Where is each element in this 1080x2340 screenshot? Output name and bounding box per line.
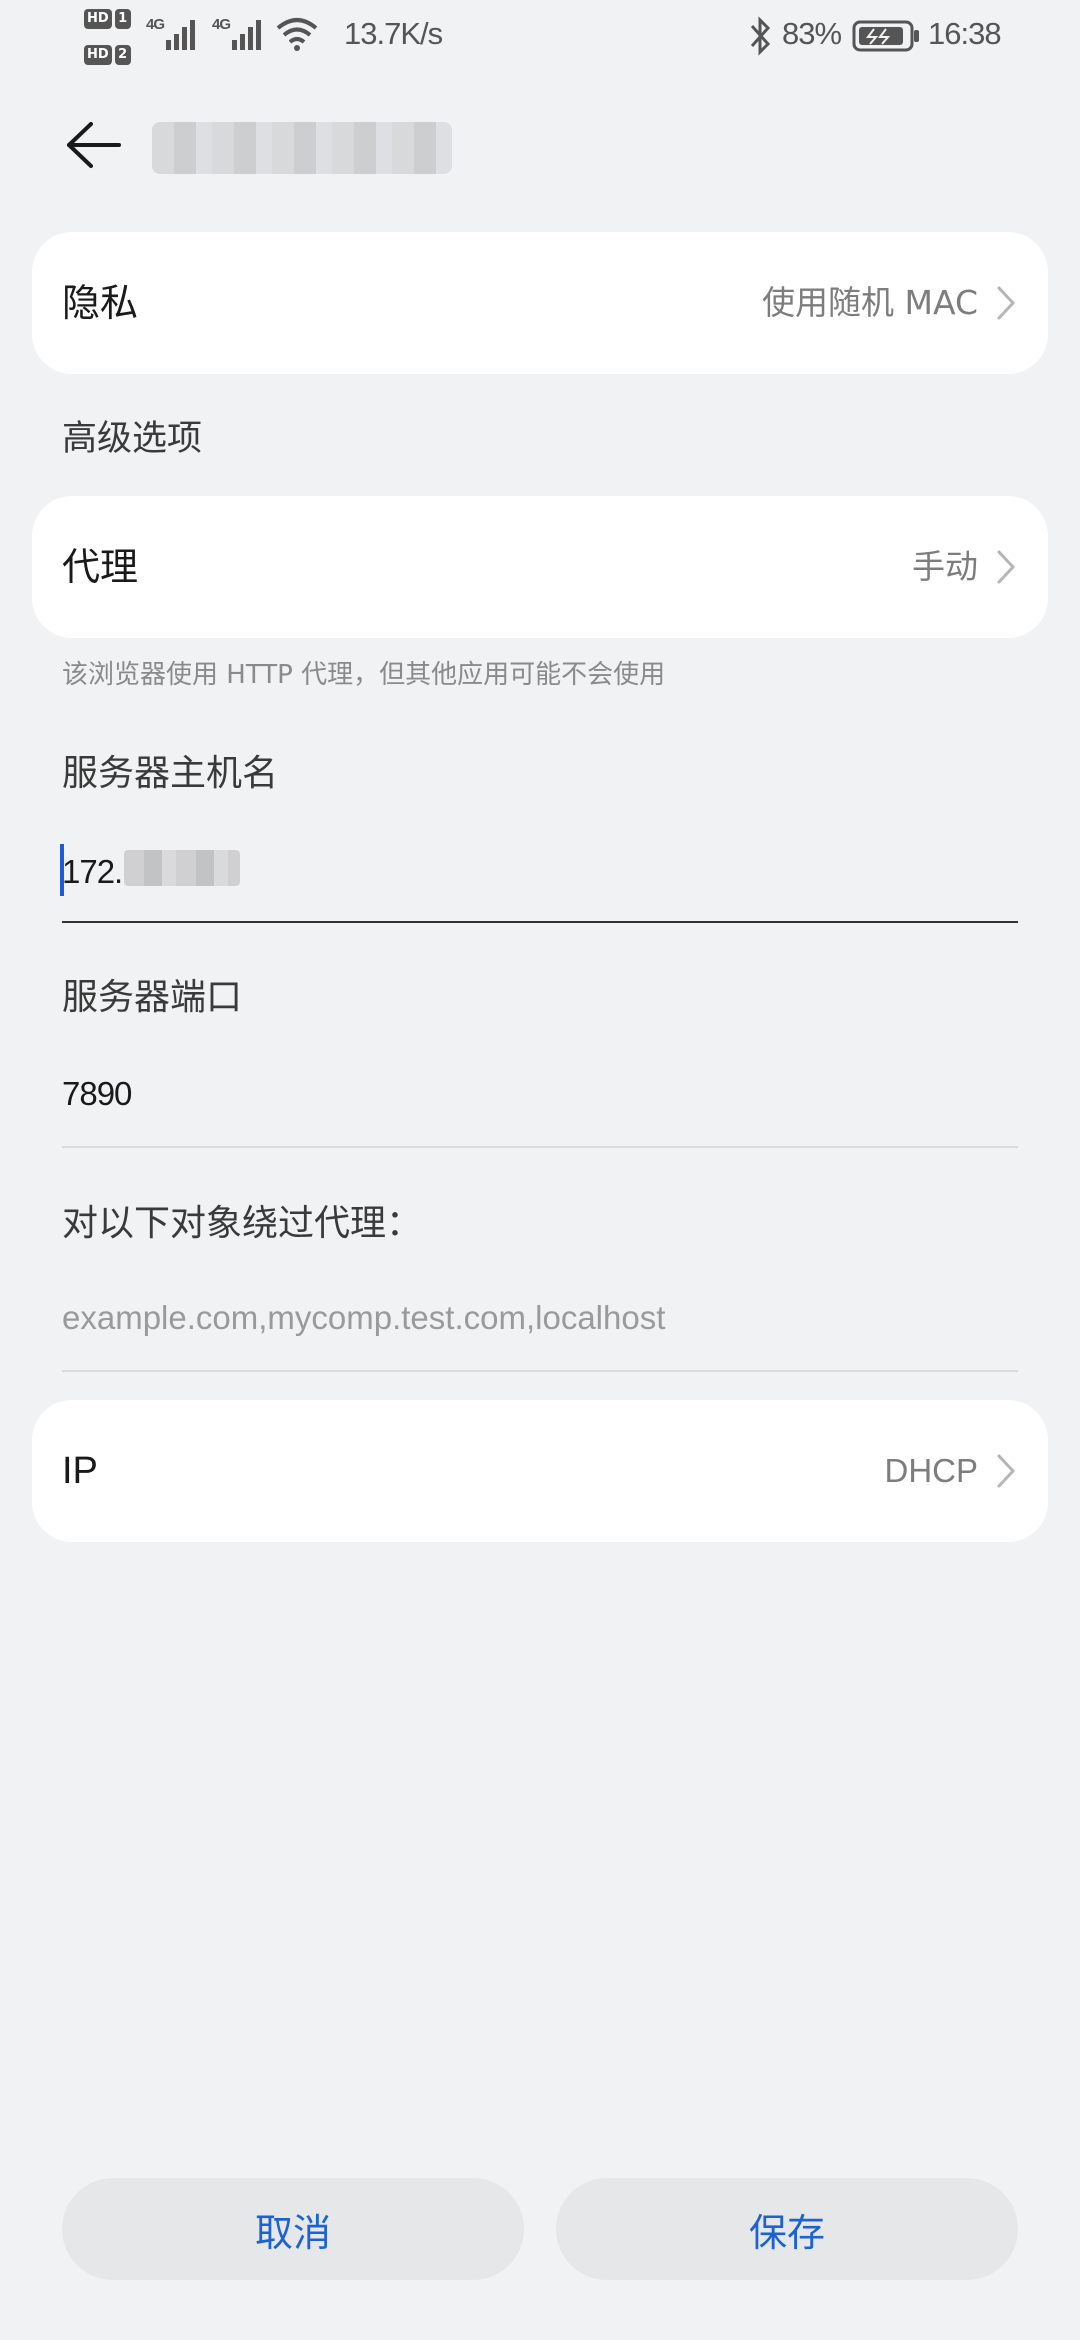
- proxy-label: 代理: [62, 545, 139, 589]
- status-bar: HD 1 HD 2 4G 4G 13.7K/s 83% 16:38: [0, 0, 1080, 75]
- privacy-label: 隐私: [62, 281, 139, 325]
- arrow-left-icon: [67, 122, 121, 168]
- network-type-1: 4G: [146, 16, 165, 33]
- text-cursor: [60, 844, 64, 896]
- chevron-right-icon: [997, 1454, 1016, 1488]
- proxy-row[interactable]: 代理 手动: [32, 496, 1048, 638]
- back-button[interactable]: [58, 112, 128, 178]
- network-type-2: 4G: [212, 16, 231, 33]
- sim1-indicator: HD 1: [84, 8, 134, 30]
- ip-value: DHCP: [884, 1452, 978, 1489]
- bypass-label: 对以下对象绕过代理：: [62, 1203, 423, 1244]
- proxy-value: 手动: [912, 547, 978, 586]
- wifi-icon: [276, 18, 318, 51]
- hd-badge: HD: [84, 45, 112, 65]
- sim-number: 1: [114, 9, 131, 29]
- battery-icon: [852, 20, 919, 52]
- server-port-input[interactable]: [62, 1064, 1018, 1124]
- bluetooth-icon: [750, 16, 771, 56]
- ip-label: IP: [62, 1450, 98, 1492]
- hd-badge: HD: [84, 9, 112, 29]
- signal-icon: [232, 20, 261, 50]
- cancel-button[interactable]: 取消: [62, 2178, 524, 2280]
- network-speed: 13.7K/s: [344, 16, 443, 51]
- signal-icon: [166, 20, 195, 50]
- server-port-underline: [62, 1146, 1018, 1148]
- sim2-indicator: HD 2: [84, 44, 134, 66]
- server-host-label: 服务器主机名: [62, 753, 279, 794]
- privacy-row[interactable]: 隐私 使用随机 MAC: [32, 232, 1048, 374]
- sim-number: 2: [114, 45, 131, 65]
- network-name-redacted: [152, 122, 452, 174]
- bypass-input[interactable]: [62, 1288, 1018, 1348]
- bypass-underline: [62, 1370, 1018, 1372]
- server-port-label: 服务器端口: [62, 977, 243, 1018]
- server-host-underline: [62, 921, 1018, 923]
- ip-row[interactable]: IP DHCP: [32, 1400, 1048, 1542]
- proxy-hint: 该浏览器使用 HTTP 代理，但其他应用可能不会使用: [62, 660, 666, 690]
- privacy-value: 使用随机 MAC: [762, 283, 978, 322]
- chevron-right-icon: [997, 550, 1016, 584]
- clock: 16:38: [928, 16, 1002, 51]
- ip-redacted: [124, 850, 240, 886]
- save-button[interactable]: 保存: [556, 2178, 1018, 2280]
- advanced-options-title: 高级选项: [62, 419, 203, 459]
- chevron-right-icon: [997, 286, 1016, 320]
- battery-percent: 83%: [782, 16, 842, 51]
